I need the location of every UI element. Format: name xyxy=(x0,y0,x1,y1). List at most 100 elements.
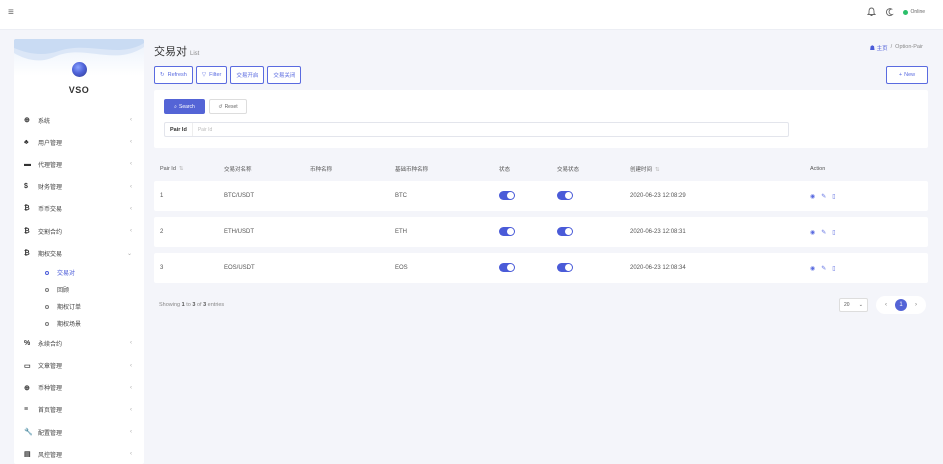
search-button[interactable]: ⌕ Search xyxy=(164,99,205,114)
view-eye-icon[interactable]: ◉ xyxy=(810,229,815,236)
online-status-label: Online xyxy=(910,9,925,15)
chevron-down-icon: ⌄ xyxy=(126,250,132,257)
delete-trash-icon[interactable]: ▯ xyxy=(832,193,835,200)
sidebar-item-risk-control[interactable]: ▤ 风控管理 ‹ xyxy=(14,443,144,464)
edit-pencil-icon[interactable]: ✎ xyxy=(821,193,826,200)
cell-pair-id: 2 xyxy=(160,229,164,235)
dollar-icon: $ xyxy=(24,183,28,191)
column-header-status: 状态 xyxy=(499,166,511,173)
sidebar-item-label: 首页管理 xyxy=(38,408,63,415)
users-icon: ♣ xyxy=(24,138,29,146)
column-header-trade-status: 交易状态 xyxy=(557,166,580,173)
status-toggle[interactable] xyxy=(499,226,515,236)
sidebar-menu: ⊕ 系统 ‹ ♣ 用户管理 ‹ ▬ 代理管理 ‹ $ 财务管理 ‹ ₿ 币币交易… xyxy=(14,109,144,464)
column-header-action: Action xyxy=(810,165,826,172)
sidebar-subitem-option-scenes[interactable]: 期权场景 xyxy=(14,315,144,332)
table-row: 1 BTC/USDT BTC 2020-06-23 12:08:29 ◉ ✎ ▯ xyxy=(154,181,928,211)
view-eye-icon[interactable]: ◉ xyxy=(810,265,815,272)
cell-base-coin: EOS xyxy=(395,265,408,271)
sidebar-item-label: 永续合约 xyxy=(38,341,63,348)
top-bar: ≡ Online xyxy=(0,0,943,30)
sidebar-subitem-review[interactable]: 回顾 xyxy=(14,281,144,298)
refresh-button[interactable]: ↻ Refresh xyxy=(154,66,193,84)
sort-icon[interactable]: ⇅ xyxy=(655,167,660,173)
circle-icon xyxy=(45,287,49,292)
sidebar: VSO ⊕ 系统 ‹ ♣ 用户管理 ‹ ▬ 代理管理 ‹ $ 财务管理 ‹ ₿ … xyxy=(14,39,144,464)
pair-id-filter: Pair Id xyxy=(164,122,789,137)
chevron-left-icon: ‹ xyxy=(130,384,132,391)
moon-icon[interactable] xyxy=(885,7,894,17)
brand-logo-icon[interactable] xyxy=(72,62,87,77)
breadcrumb-home-label: 主页 xyxy=(876,46,888,52)
sidebar-item-homepage[interactable]: ≡ 首页管理 ‹ xyxy=(14,399,144,421)
sidebar-item-agents[interactable]: ▬ 代理管理 ‹ xyxy=(14,153,144,175)
cell-base-coin: BTC xyxy=(395,193,407,199)
delete-trash-icon[interactable]: ▯ xyxy=(832,229,835,236)
cell-pair-name: ETH/USDT xyxy=(224,229,254,235)
edit-pencil-icon[interactable]: ✎ xyxy=(821,229,826,236)
delete-trash-icon[interactable]: ▯ xyxy=(832,265,835,272)
cell-base-coin: ETH xyxy=(395,229,407,235)
status-toggle[interactable] xyxy=(499,190,515,200)
sidebar-subitem-trading-pair[interactable]: 交易对 xyxy=(14,264,144,281)
trade-status-toggle[interactable] xyxy=(557,190,573,200)
pair-id-input[interactable] xyxy=(192,126,293,133)
page-title-text: 交易对 xyxy=(154,46,187,58)
plus-icon: + xyxy=(898,72,903,78)
cell-pair-name: EOS/USDT xyxy=(224,265,255,271)
sidebar-item-label: 财务管理 xyxy=(38,185,63,192)
sidebar-item-label: 币种管理 xyxy=(38,386,63,393)
filter-button[interactable]: ▽ Filter xyxy=(195,66,228,84)
sidebar-item-perpetual-contract[interactable]: % 永续合约 ‹ xyxy=(14,332,144,354)
sidebar-item-articles[interactable]: ▭ 文章管理 ‹ xyxy=(14,355,144,377)
sidebar-subitem-option-orders[interactable]: 期权订单 xyxy=(14,298,144,315)
sidebar-item-label: 系统 xyxy=(38,118,51,125)
next-page-icon[interactable]: › xyxy=(910,299,922,311)
disable-trading-button[interactable]: 交易关闭 xyxy=(267,66,302,84)
system-icon: ⊕ xyxy=(24,117,30,125)
refresh-button-label: Refresh xyxy=(167,72,187,78)
trade-status-toggle[interactable] xyxy=(557,226,573,236)
page-number[interactable]: 1 xyxy=(895,299,907,311)
page-subtitle: List xyxy=(190,51,200,57)
sidebar-item-users[interactable]: ♣ 用户管理 ‹ xyxy=(14,131,144,153)
sidebar-brand: VSO xyxy=(14,39,144,100)
disable-trading-label: 交易关闭 xyxy=(273,73,296,79)
table-icon: ▤ xyxy=(24,451,31,459)
sort-icon[interactable]: ⇅ xyxy=(179,166,184,172)
sidebar-item-delivery-contract[interactable]: ₿ 交割合约 ‹ xyxy=(14,220,144,242)
circle-icon xyxy=(45,304,49,309)
prev-page-icon[interactable]: ‹ xyxy=(880,299,892,311)
breadcrumb-home[interactable]: ☗ 主页 xyxy=(870,44,888,52)
chevron-left-icon: ‹ xyxy=(130,340,132,347)
table-summary: Showing 1 to 3 of 3 entries xyxy=(159,302,225,308)
bell-icon[interactable] xyxy=(866,7,876,17)
pairs-table: Pair Id ⇅ 交易对名称 币种名称 基础币种名称 状态 交易状态 创建时间 ⇅… xyxy=(154,156,928,289)
sidebar-item-options-trading[interactable]: ₿ 期权交易 ⌄ xyxy=(14,242,144,264)
article-icon: ▭ xyxy=(24,362,31,370)
hamburger-menu-icon[interactable]: ≡ xyxy=(8,7,14,18)
id-card-icon: ▬ xyxy=(24,160,31,168)
column-header-pair-id[interactable]: Pair Id ⇅ xyxy=(154,166,224,172)
chevron-left-icon: ‹ xyxy=(130,429,132,436)
column-header-created-at[interactable]: 创建时间 ⇅ xyxy=(630,165,810,173)
pair-id-filter-label: Pair Id xyxy=(165,123,193,136)
breadcrumb: ☗ 主页 / Option-Pair xyxy=(870,44,923,52)
edit-pencil-icon[interactable]: ✎ xyxy=(821,265,826,272)
sidebar-item-finance[interactable]: $ 财务管理 ‹ xyxy=(14,176,144,198)
sidebar-item-system[interactable]: ⊕ 系统 ‹ xyxy=(14,109,144,131)
page-size-select[interactable]: 20 ⌄ xyxy=(839,298,868,312)
page-links: ‹ 1 › xyxy=(876,296,926,314)
status-toggle[interactable] xyxy=(499,262,515,272)
reset-button[interactable]: ↺ Reset xyxy=(209,99,247,114)
sidebar-item-spot-trading[interactable]: ₿ 币币交易 ‹ xyxy=(14,198,144,220)
trade-status-toggle[interactable] xyxy=(557,262,573,272)
view-eye-icon[interactable]: ◉ xyxy=(810,193,815,200)
new-button[interactable]: + New xyxy=(886,66,928,84)
reset-button-label: Reset xyxy=(224,103,238,110)
refresh-icon: ↻ xyxy=(160,72,165,78)
sidebar-item-config[interactable]: 🔧 配置管理 ‹ xyxy=(14,421,144,443)
sidebar-item-coins[interactable]: ⊕ 币种管理 ‹ xyxy=(14,377,144,399)
chevron-left-icon: ‹ xyxy=(130,183,132,190)
enable-trading-button[interactable]: 交易开启 xyxy=(230,66,265,84)
